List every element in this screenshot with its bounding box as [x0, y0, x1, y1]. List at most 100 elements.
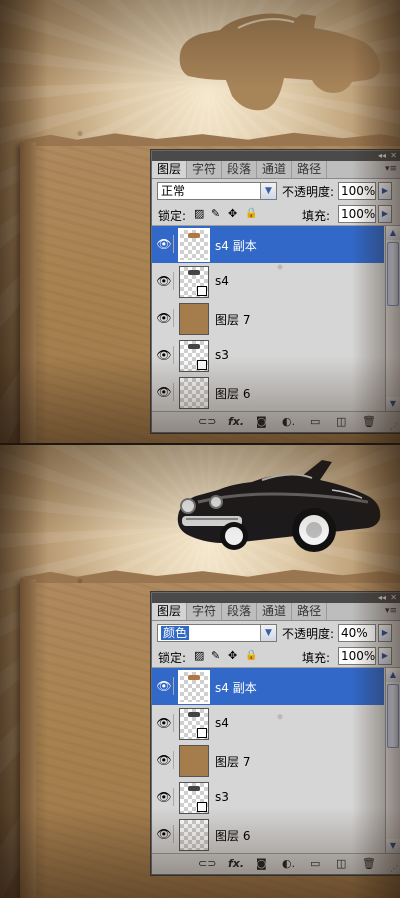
layer-row[interactable]: 👁 s4 副本 — [152, 668, 384, 707]
chevron-down-icon[interactable]: ▼ — [260, 183, 276, 199]
torn-paper — [20, 579, 400, 898]
new-group-icon[interactable]: ▭ — [310, 857, 320, 871]
add-mask-icon[interactable]: ◙ — [256, 415, 267, 429]
panel-menu-icon[interactable]: ▾≡ — [385, 161, 397, 178]
layer-thumbnail — [179, 745, 209, 777]
layer-row[interactable]: 👁 s3 — [152, 337, 384, 376]
canvas-top: ◂◂ ✕ 图层 字符 段落 通道 路径 ▾≡ 正常 ▼ 不透明度: 100% ▶… — [0, 0, 400, 445]
opacity-label: 不透明度: — [282, 185, 335, 199]
layer-row[interactable]: 👁 图层 6 — [152, 816, 384, 853]
lock-move-icon[interactable]: ✥ — [228, 208, 237, 220]
layers-list: 👁 s4 副本 👁 s4 👁 图层 7 👁 s3 👁 图层 6 ▲ ▼ — [152, 668, 400, 853]
close-icon[interactable]: ✕ — [390, 151, 397, 161]
layer-thumbnail — [179, 303, 209, 335]
collapse-icon[interactable]: ◂◂ — [378, 593, 386, 603]
opacity-input[interactable]: 40% — [338, 624, 376, 642]
tab-channels[interactable]: 通道 — [257, 161, 293, 178]
layer-row[interactable]: 👁 图层 7 — [152, 300, 384, 339]
fill-input[interactable]: 100% — [338, 647, 376, 665]
scroll-thumb[interactable] — [387, 242, 399, 306]
eye-icon[interactable]: 👁 — [155, 677, 174, 695]
tab-layers[interactable]: 图层 — [152, 603, 188, 620]
layer-name: s3 — [215, 790, 229, 804]
lock-label: 锁定: — [158, 209, 187, 223]
smart-object-icon — [197, 286, 207, 296]
tab-paths[interactable]: 路径 — [292, 161, 328, 178]
resize-grip-icon[interactable]: ⋰ — [390, 422, 398, 431]
eye-icon[interactable]: 👁 — [155, 383, 174, 401]
opacity-input[interactable]: 100% — [338, 182, 376, 200]
blend-mode-select[interactable]: 正常 ▼ — [157, 182, 277, 200]
fx-icon[interactable]: fx. — [228, 857, 244, 871]
new-layer-icon[interactable]: ◫ — [336, 857, 346, 871]
delete-layer-icon[interactable]: 🗑 — [362, 857, 376, 871]
tab-layers[interactable]: 图层 — [152, 161, 188, 178]
scroll-down-icon[interactable]: ▼ — [386, 397, 400, 411]
eye-icon[interactable]: 👁 — [155, 825, 174, 843]
scroll-down-icon[interactable]: ▼ — [386, 839, 400, 853]
adjustment-layer-icon[interactable]: ◐. — [282, 857, 295, 871]
fill-slider-arrow-icon[interactable]: ▶ — [378, 647, 392, 665]
lock-transparent-icon[interactable]: ▨ — [194, 208, 204, 220]
layer-row[interactable]: 👁 图层 6 — [152, 374, 384, 411]
tab-character[interactable]: 字符 — [187, 603, 223, 620]
fx-icon[interactable]: fx. — [228, 415, 244, 429]
eye-icon[interactable]: 👁 — [155, 751, 174, 769]
eye-icon[interactable]: 👁 — [155, 788, 174, 806]
eye-icon[interactable]: 👁 — [155, 272, 174, 290]
collapse-icon[interactable]: ◂◂ — [378, 151, 386, 161]
scroll-up-icon[interactable]: ▲ — [386, 668, 400, 682]
layer-name: s4 副本 — [215, 239, 257, 253]
blend-mode-select[interactable]: 颜色 ▼ — [157, 624, 277, 642]
layer-row[interactable]: 👁 s4 — [152, 705, 384, 744]
eye-icon[interactable]: 👁 — [155, 235, 174, 253]
fill-input[interactable]: 100% — [338, 205, 376, 223]
torn-paper — [20, 142, 400, 445]
layer-row[interactable]: 👁 图层 7 — [152, 742, 384, 781]
link-layers-icon[interactable]: ⊂⊃ — [198, 415, 216, 429]
layer-thumbnail — [178, 670, 210, 704]
lock-transparent-icon[interactable]: ▨ — [194, 650, 204, 662]
adjustment-layer-icon[interactable]: ◐. — [282, 415, 295, 429]
panel-tabs: 图层 字符 段落 通道 路径 ▾≡ — [152, 603, 400, 621]
tab-paths[interactable]: 路径 — [292, 603, 328, 620]
panel-menu-icon[interactable]: ▾≡ — [385, 603, 397, 620]
lock-move-icon[interactable]: ✥ — [228, 650, 237, 662]
delete-layer-icon[interactable]: 🗑 — [362, 415, 376, 429]
tab-character[interactable]: 字符 — [187, 161, 223, 178]
layer-row[interactable]: 👁 s4 副本 — [152, 226, 384, 265]
eye-icon[interactable]: 👁 — [155, 309, 174, 327]
layers-scrollbar[interactable]: ▲ ▼ — [385, 226, 400, 411]
resize-grip-icon[interactable]: ⋰ — [390, 864, 398, 873]
layers-scrollbar[interactable]: ▲ ▼ — [385, 668, 400, 853]
eye-icon[interactable]: 👁 — [155, 346, 174, 364]
smart-object-icon — [197, 802, 207, 812]
fill-slider-arrow-icon[interactable]: ▶ — [378, 205, 392, 223]
opacity-slider-arrow-icon[interactable]: ▶ — [378, 624, 392, 642]
opacity-slider-arrow-icon[interactable]: ▶ — [378, 182, 392, 200]
lock-all-icon[interactable]: 🔒 — [245, 650, 257, 662]
panel-footer: ⊂⊃ fx. ◙ ◐. ▭ ◫ 🗑 ⋰ — [152, 853, 400, 874]
new-layer-icon[interactable]: ◫ — [336, 415, 346, 429]
lock-brush-icon[interactable]: ✎ — [211, 208, 220, 220]
lock-brush-icon[interactable]: ✎ — [211, 650, 220, 662]
new-group-icon[interactable]: ▭ — [310, 415, 320, 429]
chevron-down-icon[interactable]: ▼ — [260, 625, 276, 641]
add-mask-icon[interactable]: ◙ — [256, 857, 267, 871]
lock-all-icon[interactable]: 🔒 — [245, 208, 257, 220]
close-icon[interactable]: ✕ — [390, 593, 397, 603]
panel-tabs: 图层 字符 段落 通道 路径 ▾≡ — [152, 161, 400, 179]
scroll-up-icon[interactable]: ▲ — [386, 226, 400, 240]
layer-name: 图层 7 — [215, 755, 251, 769]
eye-icon[interactable]: 👁 — [155, 714, 174, 732]
tab-paragraph[interactable]: 段落 — [222, 161, 258, 178]
layer-row[interactable]: 👁 s3 — [152, 779, 384, 818]
scroll-thumb[interactable] — [387, 684, 399, 748]
layer-thumbnail — [179, 819, 209, 851]
link-layers-icon[interactable]: ⊂⊃ — [198, 857, 216, 871]
layer-thumbnail — [179, 377, 209, 409]
layer-row[interactable]: 👁 s4 — [152, 263, 384, 302]
tab-channels[interactable]: 通道 — [257, 603, 293, 620]
panel-titlebar: ◂◂ ✕ — [152, 593, 400, 603]
tab-paragraph[interactable]: 段落 — [222, 603, 258, 620]
